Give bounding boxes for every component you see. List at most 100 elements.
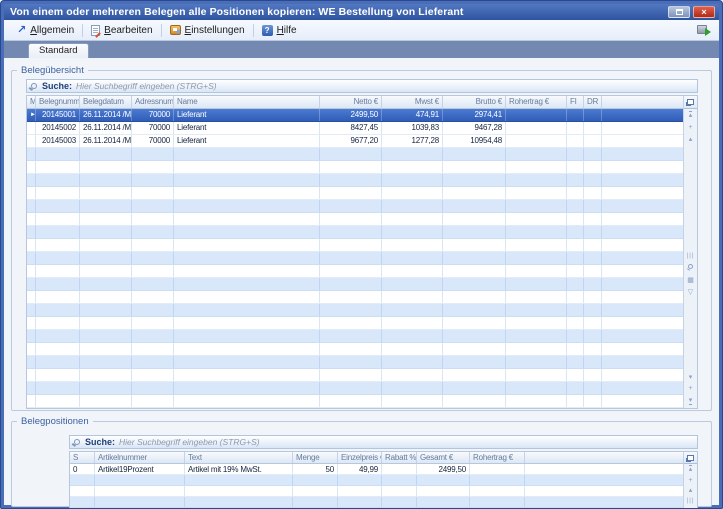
empty-row	[27, 226, 683, 239]
scroll-up-icon[interactable]: ▴	[684, 487, 697, 495]
column-header-artikelnummer[interactable]: Artikelnummer	[95, 452, 185, 463]
empty-cell	[320, 369, 382, 381]
column-chooser-button[interactable]	[684, 96, 697, 109]
empty-cell	[567, 304, 584, 316]
table-row[interactable]: 0 Artikel19Prozent Artikel mit 19% MwSt.…	[70, 464, 683, 475]
empty-cell	[185, 497, 293, 507]
column-header-belegnummer[interactable]: Belegnummer	[36, 96, 80, 108]
cell-mwst: 474,91	[382, 109, 443, 121]
empty-cell	[174, 343, 320, 355]
column-header-gesamt[interactable]: Gesamt €	[417, 452, 470, 463]
column-header-name[interactable]: Name	[174, 96, 320, 108]
close-button[interactable]: ×	[693, 6, 715, 18]
positions-grid: S Artikelnummer Text Menge Einzelpreis €…	[69, 451, 698, 509]
maximize-button[interactable]	[668, 6, 690, 18]
scroll-top-icon[interactable]: ▴	[684, 112, 697, 120]
empty-cell	[132, 330, 174, 342]
tab-standard[interactable]: Standard	[28, 43, 89, 58]
empty-cell	[36, 213, 80, 225]
empty-cell	[320, 395, 382, 407]
empty-cell	[443, 200, 506, 212]
empty-cell	[320, 317, 382, 329]
empty-cell	[584, 187, 602, 199]
column-header-text[interactable]: Text	[185, 452, 293, 463]
cell-belegnummer: 20145003	[36, 135, 80, 147]
cell-empty	[525, 464, 683, 474]
menu-item-allgemein[interactable]: ↗ Allgemein	[10, 23, 81, 38]
empty-cell	[132, 226, 174, 238]
empty-cell	[80, 265, 132, 277]
empty-cell	[584, 356, 602, 368]
empty-cell	[506, 369, 567, 381]
empty-cell	[36, 291, 80, 303]
scroll-top-icon[interactable]: ▴	[684, 466, 697, 474]
cell-s: 0	[70, 464, 95, 474]
app-window: Von einem oder mehreren Belegen alle Pos…	[0, 0, 723, 509]
overview-search-input[interactable]: Suche: Hier Suchbegriff eingeben (STRG+S…	[26, 79, 698, 93]
empty-cell	[584, 343, 602, 355]
empty-cell	[80, 304, 132, 316]
empty-cell	[70, 497, 95, 507]
scroll-bottom-icon[interactable]: ▾	[684, 397, 697, 405]
empty-cell	[602, 278, 683, 290]
column-header-rabatt[interactable]: Rabatt %	[382, 452, 417, 463]
column-header-dr[interactable]: DR	[584, 96, 602, 108]
empty-cell	[602, 265, 683, 277]
empty-cell	[382, 330, 443, 342]
menu-item-bearbeiten[interactable]: Bearbeiten	[84, 23, 159, 38]
grid-filter-icon[interactable]: ▽	[684, 289, 697, 297]
grid-search-icon[interactable]	[684, 264, 697, 272]
search-placeholder: Hier Suchbegriff eingeben (STRG+S)	[119, 437, 260, 447]
empty-cell	[36, 200, 80, 212]
table-row[interactable]: 20145002 26.11.2014 /Mi 70000 Lieferant …	[27, 122, 683, 135]
column-header-adressnummer[interactable]: Adressnumm	[132, 96, 174, 108]
menu-item-einstellungen[interactable]: Einstellungen	[163, 23, 252, 38]
column-header-s[interactable]: S	[70, 452, 95, 463]
cell-adressnummer: 70000	[132, 135, 174, 147]
column-header-m[interactable]: M	[27, 96, 36, 108]
empty-cell	[506, 187, 567, 199]
empty-cell	[470, 486, 525, 496]
add-row-bottom-icon[interactable]: +	[684, 385, 697, 393]
column-header-mwst[interactable]: Mwst €	[382, 96, 443, 108]
column-header-belegdatum[interactable]: Belegdatum	[80, 96, 132, 108]
empty-cell	[80, 161, 132, 173]
empty-row	[27, 174, 683, 187]
column-header-rohertrag[interactable]: Rohertrag €	[506, 96, 567, 108]
empty-cell	[320, 278, 382, 290]
grid-bars-icon[interactable]: |||	[684, 252, 697, 260]
positions-search-input[interactable]: Suche: Hier Suchbegriff eingeben (STRG+S…	[69, 435, 698, 449]
table-row[interactable]: 20145003 26.11.2014 /Mi 70000 Lieferant …	[27, 135, 683, 148]
add-row-icon[interactable]: +	[684, 477, 697, 485]
empty-cell	[567, 148, 584, 160]
empty-row	[27, 265, 683, 278]
empty-cell	[338, 486, 382, 496]
grid-view-icon[interactable]: ▦	[684, 277, 697, 285]
menu-item-hilfe[interactable]: ? Hilfe	[255, 23, 304, 38]
column-header-netto[interactable]: Netto €	[320, 96, 382, 108]
empty-cell	[132, 161, 174, 173]
empty-cell	[506, 148, 567, 160]
grid-bars-icon[interactable]: |||	[684, 497, 697, 505]
column-header-brutto[interactable]: Brutto €	[443, 96, 506, 108]
empty-cell	[443, 291, 506, 303]
empty-cell	[36, 148, 80, 160]
column-header-menge[interactable]: Menge	[293, 452, 338, 463]
column-header-einzelpreis[interactable]: Einzelpreis €	[338, 452, 382, 463]
overview-empty-rows	[27, 148, 683, 408]
empty-cell	[443, 304, 506, 316]
column-header-fi[interactable]: FI	[567, 96, 584, 108]
column-header-rohertrag[interactable]: Rohertrag €	[470, 452, 525, 463]
exit-icon[interactable]	[697, 24, 711, 36]
table-row-selected[interactable]: ► 20145001 26.11.2014 /Mi 70000 Lieferan…	[27, 109, 683, 122]
column-chooser-icon	[687, 99, 694, 105]
empty-cell	[382, 343, 443, 355]
scroll-down-icon[interactable]: ▾	[684, 374, 697, 382]
column-chooser-button[interactable]	[684, 452, 697, 464]
add-row-icon[interactable]: +	[684, 124, 697, 132]
scroll-up-icon[interactable]: ▴	[684, 136, 697, 144]
empty-cell	[382, 252, 443, 264]
empty-cell	[80, 330, 132, 342]
cell-gesamt: 2499,50	[417, 464, 470, 474]
cell-artikelnummer: Artikel19Prozent	[95, 464, 185, 474]
